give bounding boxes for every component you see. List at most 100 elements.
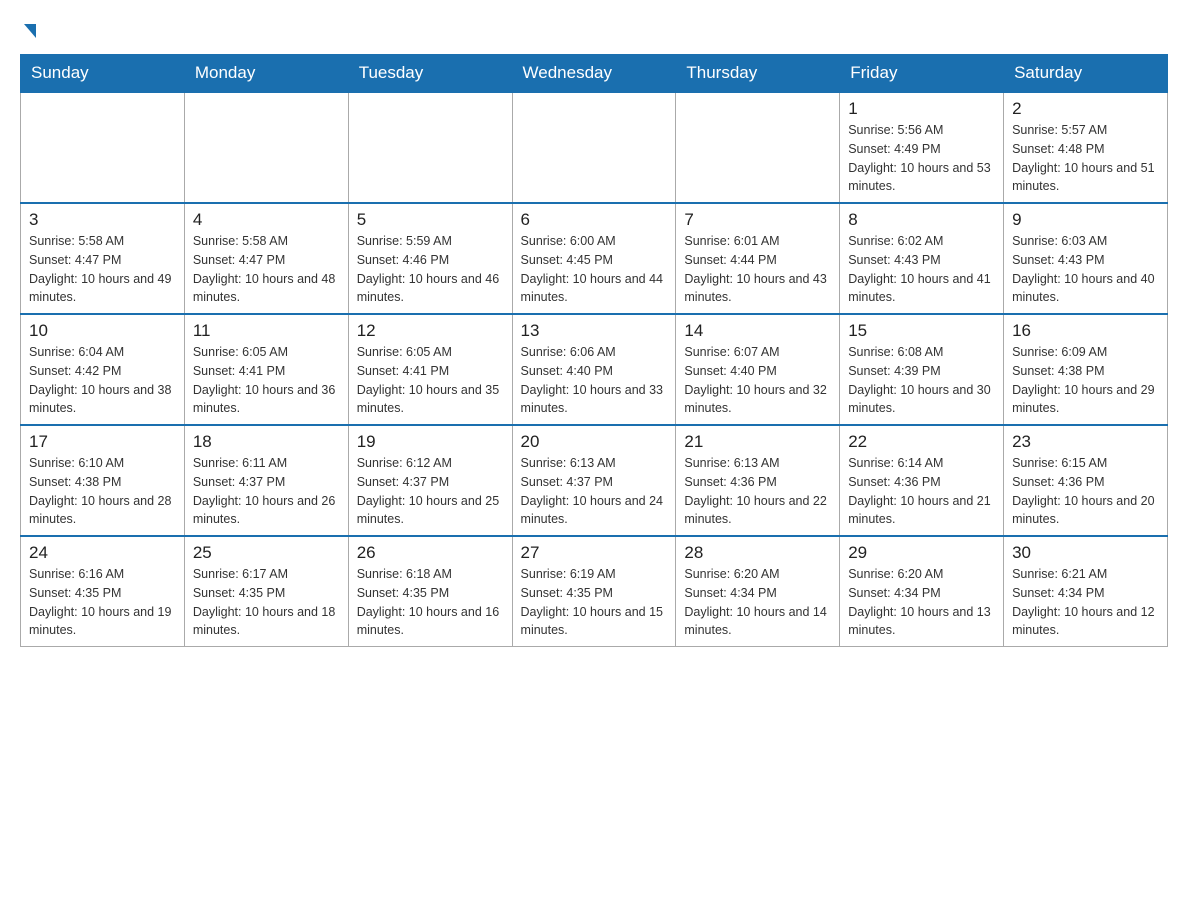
calendar-cell: 28Sunrise: 6:20 AMSunset: 4:34 PMDayligh… — [676, 536, 840, 647]
day-number: 3 — [29, 210, 176, 230]
weekday-header-tuesday: Tuesday — [348, 55, 512, 93]
calendar-week-row: 24Sunrise: 6:16 AMSunset: 4:35 PMDayligh… — [21, 536, 1168, 647]
calendar-cell: 12Sunrise: 6:05 AMSunset: 4:41 PMDayligh… — [348, 314, 512, 425]
day-info: Sunrise: 6:06 AMSunset: 4:40 PMDaylight:… — [521, 343, 668, 418]
day-number: 21 — [684, 432, 831, 452]
day-info: Sunrise: 6:03 AMSunset: 4:43 PMDaylight:… — [1012, 232, 1159, 307]
day-number: 8 — [848, 210, 995, 230]
weekday-header-saturday: Saturday — [1004, 55, 1168, 93]
day-info: Sunrise: 6:04 AMSunset: 4:42 PMDaylight:… — [29, 343, 176, 418]
calendar-cell: 14Sunrise: 6:07 AMSunset: 4:40 PMDayligh… — [676, 314, 840, 425]
day-info: Sunrise: 6:05 AMSunset: 4:41 PMDaylight:… — [357, 343, 504, 418]
calendar-cell: 24Sunrise: 6:16 AMSunset: 4:35 PMDayligh… — [21, 536, 185, 647]
calendar-cell: 18Sunrise: 6:11 AMSunset: 4:37 PMDayligh… — [184, 425, 348, 536]
weekday-header-wednesday: Wednesday — [512, 55, 676, 93]
day-info: Sunrise: 5:59 AMSunset: 4:46 PMDaylight:… — [357, 232, 504, 307]
day-info: Sunrise: 6:10 AMSunset: 4:38 PMDaylight:… — [29, 454, 176, 529]
calendar-cell: 20Sunrise: 6:13 AMSunset: 4:37 PMDayligh… — [512, 425, 676, 536]
day-info: Sunrise: 6:20 AMSunset: 4:34 PMDaylight:… — [684, 565, 831, 640]
logo-general-text — [20, 20, 36, 38]
day-number: 18 — [193, 432, 340, 452]
day-number: 5 — [357, 210, 504, 230]
day-info: Sunrise: 6:14 AMSunset: 4:36 PMDaylight:… — [848, 454, 995, 529]
day-number: 14 — [684, 321, 831, 341]
day-info: Sunrise: 6:02 AMSunset: 4:43 PMDaylight:… — [848, 232, 995, 307]
day-info: Sunrise: 6:01 AMSunset: 4:44 PMDaylight:… — [684, 232, 831, 307]
calendar-week-row: 1Sunrise: 5:56 AMSunset: 4:49 PMDaylight… — [21, 92, 1168, 203]
day-number: 25 — [193, 543, 340, 563]
day-number: 16 — [1012, 321, 1159, 341]
logo-arrow-icon — [24, 24, 36, 38]
calendar-cell: 30Sunrise: 6:21 AMSunset: 4:34 PMDayligh… — [1004, 536, 1168, 647]
day-info: Sunrise: 6:05 AMSunset: 4:41 PMDaylight:… — [193, 343, 340, 418]
day-info: Sunrise: 6:19 AMSunset: 4:35 PMDaylight:… — [521, 565, 668, 640]
day-number: 29 — [848, 543, 995, 563]
calendar-cell — [21, 92, 185, 203]
day-info: Sunrise: 6:00 AMSunset: 4:45 PMDaylight:… — [521, 232, 668, 307]
day-info: Sunrise: 5:57 AMSunset: 4:48 PMDaylight:… — [1012, 121, 1159, 196]
day-number: 7 — [684, 210, 831, 230]
weekday-header-monday: Monday — [184, 55, 348, 93]
calendar-header-row: SundayMondayTuesdayWednesdayThursdayFrid… — [21, 55, 1168, 93]
day-number: 30 — [1012, 543, 1159, 563]
calendar-cell: 4Sunrise: 5:58 AMSunset: 4:47 PMDaylight… — [184, 203, 348, 314]
day-number: 26 — [357, 543, 504, 563]
day-info: Sunrise: 6:11 AMSunset: 4:37 PMDaylight:… — [193, 454, 340, 529]
calendar-cell: 15Sunrise: 6:08 AMSunset: 4:39 PMDayligh… — [840, 314, 1004, 425]
day-number: 10 — [29, 321, 176, 341]
weekday-header-thursday: Thursday — [676, 55, 840, 93]
day-number: 9 — [1012, 210, 1159, 230]
day-info: Sunrise: 5:58 AMSunset: 4:47 PMDaylight:… — [193, 232, 340, 307]
calendar-cell: 3Sunrise: 5:58 AMSunset: 4:47 PMDaylight… — [21, 203, 185, 314]
calendar-cell: 9Sunrise: 6:03 AMSunset: 4:43 PMDaylight… — [1004, 203, 1168, 314]
day-number: 15 — [848, 321, 995, 341]
calendar-cell: 11Sunrise: 6:05 AMSunset: 4:41 PMDayligh… — [184, 314, 348, 425]
day-number: 27 — [521, 543, 668, 563]
day-info: Sunrise: 6:15 AMSunset: 4:36 PMDaylight:… — [1012, 454, 1159, 529]
day-info: Sunrise: 6:08 AMSunset: 4:39 PMDaylight:… — [848, 343, 995, 418]
day-info: Sunrise: 6:21 AMSunset: 4:34 PMDaylight:… — [1012, 565, 1159, 640]
calendar-cell — [348, 92, 512, 203]
calendar-cell: 2Sunrise: 5:57 AMSunset: 4:48 PMDaylight… — [1004, 92, 1168, 203]
day-number: 19 — [357, 432, 504, 452]
page-header — [20, 20, 1168, 34]
day-number: 11 — [193, 321, 340, 341]
calendar-cell — [512, 92, 676, 203]
day-number: 23 — [1012, 432, 1159, 452]
calendar-cell: 21Sunrise: 6:13 AMSunset: 4:36 PMDayligh… — [676, 425, 840, 536]
day-number: 12 — [357, 321, 504, 341]
day-number: 2 — [1012, 99, 1159, 119]
day-info: Sunrise: 5:58 AMSunset: 4:47 PMDaylight:… — [29, 232, 176, 307]
day-number: 20 — [521, 432, 668, 452]
calendar-cell: 8Sunrise: 6:02 AMSunset: 4:43 PMDaylight… — [840, 203, 1004, 314]
calendar-cell: 17Sunrise: 6:10 AMSunset: 4:38 PMDayligh… — [21, 425, 185, 536]
day-info: Sunrise: 6:09 AMSunset: 4:38 PMDaylight:… — [1012, 343, 1159, 418]
day-info: Sunrise: 5:56 AMSunset: 4:49 PMDaylight:… — [848, 121, 995, 196]
day-number: 24 — [29, 543, 176, 563]
logo — [20, 20, 36, 34]
day-info: Sunrise: 6:12 AMSunset: 4:37 PMDaylight:… — [357, 454, 504, 529]
weekday-header-friday: Friday — [840, 55, 1004, 93]
day-info: Sunrise: 6:07 AMSunset: 4:40 PMDaylight:… — [684, 343, 831, 418]
calendar-cell: 16Sunrise: 6:09 AMSunset: 4:38 PMDayligh… — [1004, 314, 1168, 425]
calendar-table: SundayMondayTuesdayWednesdayThursdayFrid… — [20, 54, 1168, 647]
calendar-cell: 23Sunrise: 6:15 AMSunset: 4:36 PMDayligh… — [1004, 425, 1168, 536]
day-number: 1 — [848, 99, 995, 119]
calendar-week-row: 17Sunrise: 6:10 AMSunset: 4:38 PMDayligh… — [21, 425, 1168, 536]
calendar-cell: 7Sunrise: 6:01 AMSunset: 4:44 PMDaylight… — [676, 203, 840, 314]
day-number: 6 — [521, 210, 668, 230]
calendar-cell — [184, 92, 348, 203]
day-number: 17 — [29, 432, 176, 452]
day-info: Sunrise: 6:20 AMSunset: 4:34 PMDaylight:… — [848, 565, 995, 640]
calendar-cell: 29Sunrise: 6:20 AMSunset: 4:34 PMDayligh… — [840, 536, 1004, 647]
calendar-cell: 22Sunrise: 6:14 AMSunset: 4:36 PMDayligh… — [840, 425, 1004, 536]
calendar-cell: 1Sunrise: 5:56 AMSunset: 4:49 PMDaylight… — [840, 92, 1004, 203]
day-info: Sunrise: 6:13 AMSunset: 4:36 PMDaylight:… — [684, 454, 831, 529]
day-info: Sunrise: 6:13 AMSunset: 4:37 PMDaylight:… — [521, 454, 668, 529]
calendar-cell: 19Sunrise: 6:12 AMSunset: 4:37 PMDayligh… — [348, 425, 512, 536]
calendar-cell: 5Sunrise: 5:59 AMSunset: 4:46 PMDaylight… — [348, 203, 512, 314]
day-number: 22 — [848, 432, 995, 452]
calendar-week-row: 3Sunrise: 5:58 AMSunset: 4:47 PMDaylight… — [21, 203, 1168, 314]
day-info: Sunrise: 6:18 AMSunset: 4:35 PMDaylight:… — [357, 565, 504, 640]
calendar-cell: 6Sunrise: 6:00 AMSunset: 4:45 PMDaylight… — [512, 203, 676, 314]
